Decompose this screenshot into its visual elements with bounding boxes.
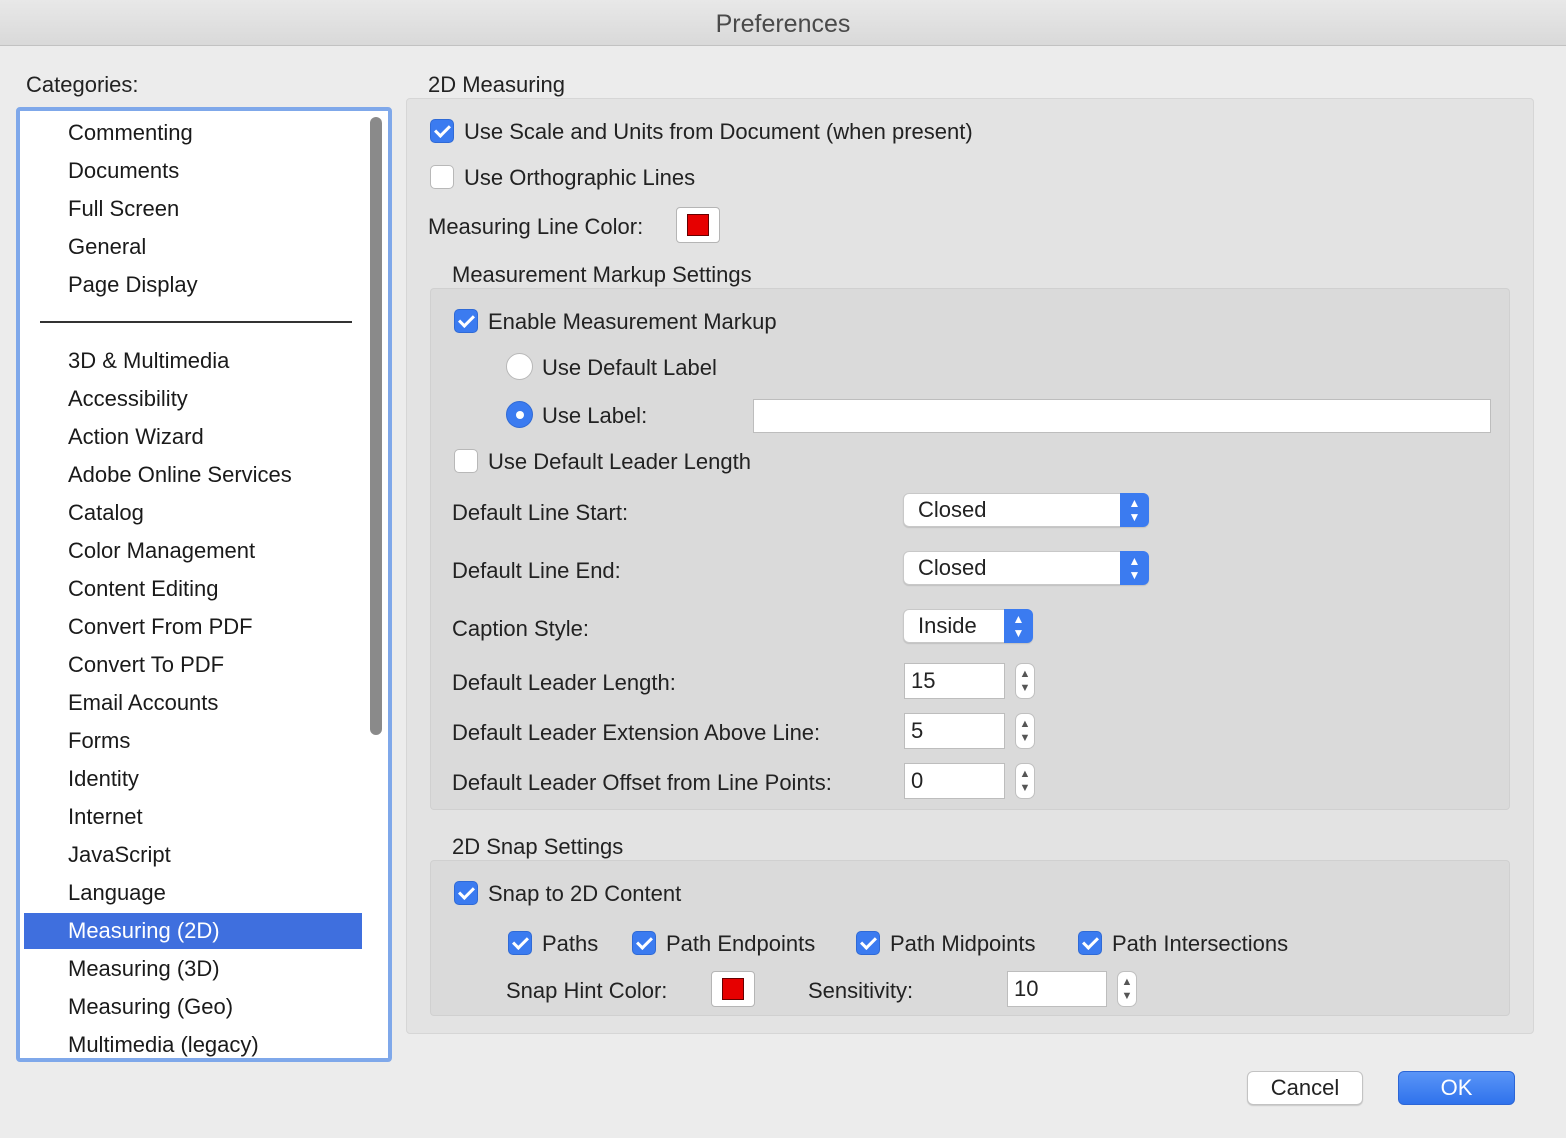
line-start-label: Default Line Start: (452, 500, 629, 525)
category-item[interactable]: Identity (24, 761, 362, 797)
use-scale-checkbox[interactable] (430, 119, 454, 143)
category-item[interactable]: Measuring (2D) (24, 913, 362, 949)
path-midpoints-checkbox[interactable] (856, 931, 880, 955)
snap-hint-color-swatch[interactable] (711, 971, 755, 1007)
categories-divider (40, 321, 352, 323)
category-item[interactable]: Measuring (3D) (24, 951, 362, 987)
paths-label[interactable]: Paths (542, 931, 598, 957)
line-color-swatch[interactable] (676, 207, 720, 243)
category-item[interactable]: 3D & Multimedia (24, 343, 362, 379)
category-item[interactable]: Accessibility (24, 381, 362, 417)
category-item[interactable]: Internet (24, 799, 362, 835)
updown-arrows-icon: ▲ ▼ (1120, 493, 1149, 527)
category-item[interactable]: Convert From PDF (24, 609, 362, 645)
caption-style-select[interactable]: Inside ▲ ▼ (903, 609, 1033, 643)
category-item[interactable]: Full Screen (24, 191, 362, 227)
caption-style-value: Inside (918, 613, 977, 638)
default-leader-checkbox[interactable] (454, 449, 478, 473)
default-label-radio[interactable] (506, 353, 533, 380)
category-item[interactable]: Measuring (Geo) (24, 989, 362, 1025)
leader-offset-input[interactable]: 0 (904, 763, 1005, 799)
leader-ext-label: Default Leader Extension Above Line: (452, 720, 821, 745)
category-item[interactable]: Adobe Online Services (24, 457, 362, 493)
section-title-2d-measuring: 2D Measuring (428, 72, 565, 97)
snap-hint-color-label: Snap Hint Color: (506, 978, 668, 1003)
line-start-select[interactable]: Closed ▲ ▼ (903, 493, 1149, 527)
leader-offset-label: Default Leader Offset from Line Points: (452, 770, 832, 795)
category-item[interactable]: Content Editing (24, 571, 362, 607)
section-title-markup: Measurement Markup Settings (452, 262, 752, 287)
updown-arrows-icon: ▲ ▼ (1004, 609, 1033, 643)
ok-button[interactable]: OK (1398, 1071, 1515, 1105)
leader-length-label: Default Leader Length: (452, 670, 676, 695)
category-item[interactable]: Multimedia (legacy) (24, 1027, 362, 1058)
use-scale-label[interactable]: Use Scale and Units from Document (when … (464, 119, 973, 145)
category-item[interactable]: General (24, 229, 362, 265)
use-label-text[interactable]: Use Label: (542, 403, 647, 429)
default-label-text[interactable]: Use Default Label (542, 355, 717, 381)
leader-length-input[interactable]: 15 (904, 663, 1005, 699)
category-item[interactable]: Convert To PDF (24, 647, 362, 683)
path-endpoints-label[interactable]: Path Endpoints (666, 931, 815, 957)
category-item[interactable]: Page Display (24, 267, 362, 303)
leader-offset-stepper[interactable]: ▲ ▼ (1015, 763, 1035, 799)
line-end-value: Closed (918, 555, 987, 580)
enable-markup-checkbox[interactable] (454, 309, 478, 333)
category-item[interactable]: Language (24, 875, 362, 911)
use-label-input[interactable] (753, 399, 1491, 433)
categories-list[interactable]: Commenting Documents Full Screen General Pag… (16, 107, 392, 1062)
category-item[interactable]: Documents (24, 153, 362, 189)
caption-style-label: Caption Style: (452, 616, 589, 641)
line-color-label: Measuring Line Color: (428, 214, 644, 239)
line-end-label: Default Line End: (452, 558, 621, 583)
line-color-chip (687, 214, 709, 236)
category-item[interactable]: Forms (24, 723, 362, 759)
categories-label: Categories: (26, 72, 139, 97)
window-title: Preferences (0, 0, 1566, 46)
path-midpoints-label[interactable]: Path Midpoints (890, 931, 1036, 957)
snap-hint-color-chip (722, 978, 744, 1000)
default-leader-label[interactable]: Use Default Leader Length (488, 449, 751, 475)
ortho-lines-label[interactable]: Use Orthographic Lines (464, 165, 695, 191)
paths-checkbox[interactable] (508, 931, 532, 955)
enable-markup-label[interactable]: Enable Measurement Markup (488, 309, 777, 335)
leader-ext-input[interactable]: 5 (904, 713, 1005, 749)
leader-ext-stepper[interactable]: ▲ ▼ (1015, 713, 1035, 749)
updown-arrows-icon: ▲ ▼ (1120, 551, 1149, 585)
section-title-snap: 2D Snap Settings (452, 834, 624, 859)
category-item[interactable]: JavaScript (24, 837, 362, 873)
category-item[interactable]: Catalog (24, 495, 362, 531)
sensitivity-input[interactable]: 10 (1007, 971, 1107, 1007)
leader-length-stepper[interactable]: ▲ ▼ (1015, 663, 1035, 699)
line-end-select[interactable]: Closed ▲ ▼ (903, 551, 1149, 585)
path-endpoints-checkbox[interactable] (632, 931, 656, 955)
category-item[interactable]: Action Wizard (24, 419, 362, 455)
path-intersections-label[interactable]: Path Intersections (1112, 931, 1288, 957)
categories-scrollbar[interactable] (370, 117, 382, 735)
sensitivity-stepper[interactable]: ▲ ▼ (1117, 971, 1137, 1007)
category-item[interactable]: Commenting (24, 115, 362, 151)
sensitivity-label: Sensitivity: (808, 978, 914, 1003)
category-item[interactable]: Email Accounts (24, 685, 362, 721)
line-start-value: Closed (918, 497, 987, 522)
category-item[interactable]: Color Management (24, 533, 362, 569)
snap-2d-label[interactable]: Snap to 2D Content (488, 881, 681, 907)
ortho-lines-checkbox[interactable] (430, 165, 454, 189)
use-label-radio[interactable] (506, 401, 533, 428)
cancel-button[interactable]: Cancel (1247, 1071, 1363, 1105)
snap-2d-checkbox[interactable] (454, 881, 478, 905)
path-intersections-checkbox[interactable] (1078, 931, 1102, 955)
